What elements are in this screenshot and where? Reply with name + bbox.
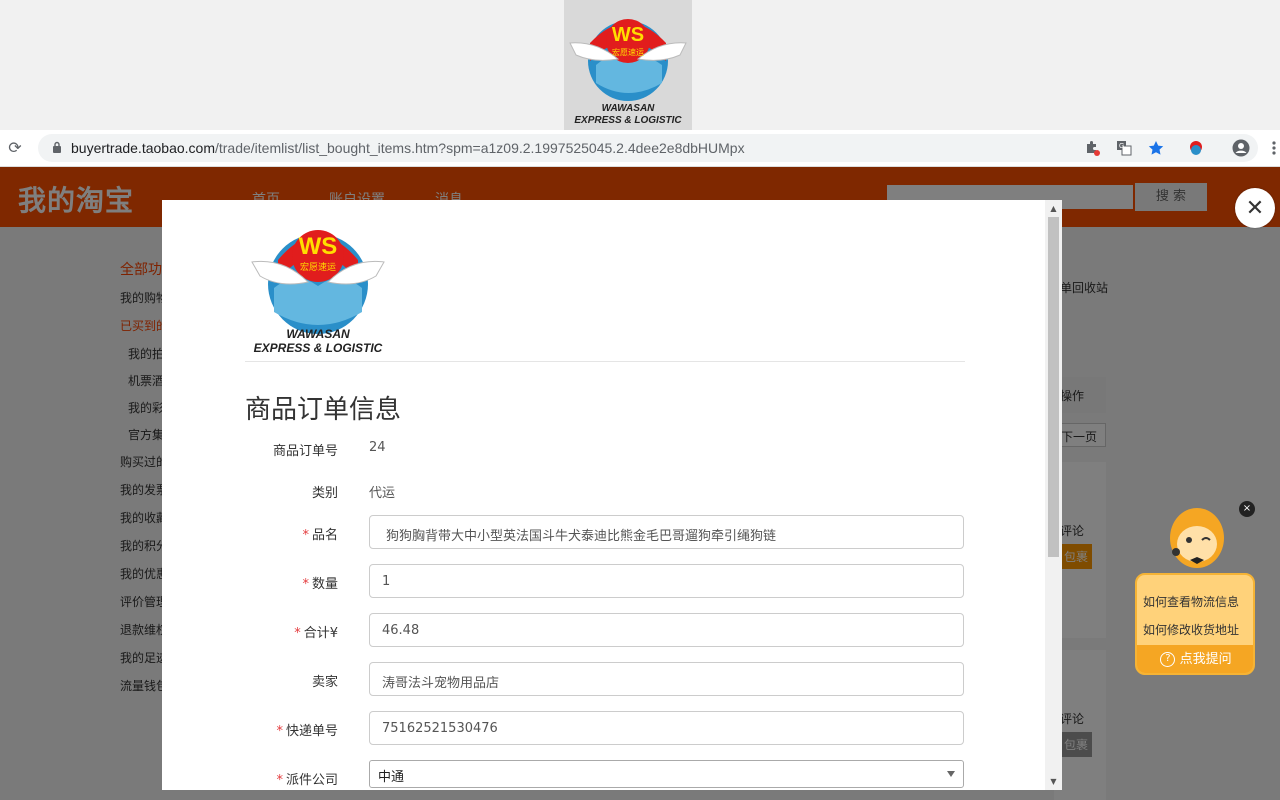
- svg-text:宏愿速运: 宏愿速运: [300, 261, 336, 273]
- required-marker: *: [294, 626, 301, 641]
- extension-logo[interactable]: WS 宏愿速运 WAWASAN EXPRESS & LOGISTIC: [564, 0, 692, 130]
- assistant-faq-item[interactable]: 如何修改收货地址: [1143, 621, 1239, 638]
- reload-icon[interactable]: ⟳: [6, 139, 24, 157]
- ws-logo-icon: WS 宏愿速运 WAWASAN EXPRESS & LOGISTIC: [251, 230, 385, 355]
- assistant-close-button[interactable]: ×: [1239, 501, 1255, 517]
- account-icon[interactable]: [1232, 139, 1250, 157]
- browser-toolbar: ⟳ buyertrade.taobao.com/trade/itemlist/l…: [0, 130, 1280, 167]
- product-name-label: * 品名: [302, 528, 338, 543]
- url-text[interactable]: buyertrade.taobao.com/trade/itemlist/lis…: [71, 140, 745, 156]
- order-info-modal: WS 宏愿速运 WAWASAN EXPRESS & LOGISTIC 商品订单信…: [162, 200, 1062, 790]
- svg-text:WS: WS: [299, 233, 338, 260]
- quantity-input[interactable]: 1: [369, 564, 964, 598]
- chevron-down-icon: [947, 771, 955, 777]
- extension-app-icon[interactable]: [1187, 139, 1205, 157]
- url-path: /trade/itemlist/list_bought_items.htm?sp…: [214, 140, 745, 156]
- courier-select[interactable]: 中通: [369, 760, 964, 788]
- extension-puzzle-icon[interactable]: [1083, 139, 1101, 157]
- category-value: 代运: [369, 486, 396, 501]
- scroll-up-icon[interactable]: ▲: [1049, 204, 1058, 213]
- ask-question-button[interactable]: ? 点我提问: [1137, 645, 1253, 673]
- product-name-input[interactable]: 狗狗胸背带大中小型英法国斗牛犬泰迪比熊金毛巴哥遛狗牵引绳狗链: [369, 515, 964, 549]
- seller-label: 卖家: [311, 675, 338, 690]
- lock-icon: [53, 141, 61, 153]
- svg-text:G: G: [1119, 143, 1124, 150]
- svg-text:WAWASAN: WAWASAN: [602, 103, 656, 114]
- order-no-label: 商品订单号: [272, 444, 338, 459]
- scrollbar-thumb[interactable]: [1048, 217, 1059, 557]
- required-marker: *: [302, 577, 309, 592]
- bookmark-star-icon[interactable]: [1147, 139, 1165, 157]
- ws-logo: WS 宏愿速运 WAWASAN EXPRESS & LOGISTIC: [248, 214, 388, 355]
- required-marker: *: [276, 773, 283, 788]
- ws-logo-icon: WS 宏愿速运 WAWASAN EXPRESS & LOGISTIC: [569, 19, 687, 126]
- svg-text:WAWASAN: WAWASAN: [286, 327, 350, 341]
- extension-popup-area: WS 宏愿速运 WAWASAN EXPRESS & LOGISTIC: [0, 0, 1280, 130]
- assistant-panel: 如何查看物流信息 如何修改收货地址 ? 点我提问: [1135, 573, 1255, 675]
- category-label: 类别: [311, 486, 338, 501]
- required-marker: *: [276, 724, 283, 739]
- svg-text:WS: WS: [612, 24, 644, 46]
- courier-label: * 派件公司: [276, 773, 338, 788]
- seller-input[interactable]: 涛哥法斗宠物用品店: [369, 662, 964, 696]
- svg-text:EXPRESS & LOGISTIC: EXPRESS & LOGISTIC: [254, 341, 383, 354]
- modal-title: 商品订单信息: [245, 395, 402, 425]
- courier-selected-value: 中通: [378, 770, 405, 785]
- total-label: * 合计¥: [294, 626, 338, 641]
- tracking-no-label: * 快递单号: [276, 724, 338, 739]
- ask-question-label: 点我提问: [1179, 652, 1232, 667]
- translate-icon[interactable]: G: [1115, 139, 1133, 157]
- total-input[interactable]: 46.48: [369, 613, 964, 647]
- tracking-no-input[interactable]: 75162521530476: [369, 711, 964, 745]
- close-modal-button[interactable]: ✕: [1235, 188, 1275, 228]
- url-host: buyertrade.taobao.com: [71, 140, 215, 156]
- close-icon: ✕: [1245, 195, 1265, 221]
- required-marker: *: [302, 528, 309, 543]
- question-icon: ?: [1160, 652, 1176, 667]
- svg-text:宏愿速运: 宏愿速运: [612, 47, 644, 57]
- menu-dots-icon[interactable]: [1265, 139, 1280, 157]
- scroll-down-icon[interactable]: ▼: [1049, 777, 1058, 786]
- address-bar[interactable]: buyertrade.taobao.com/trade/itemlist/lis…: [38, 134, 1258, 162]
- modal-scrollbar[interactable]: ▲ ▼: [1045, 200, 1062, 790]
- assistant-mascot-icon[interactable]: [1162, 500, 1232, 572]
- divider: [245, 361, 965, 362]
- assistant-faq-item[interactable]: 如何查看物流信息: [1143, 593, 1239, 610]
- order-no-value: 24: [369, 440, 386, 455]
- quantity-label: * 数量: [302, 577, 338, 592]
- svg-text:EXPRESS & LOGISTIC: EXPRESS & LOGISTIC: [574, 115, 682, 126]
